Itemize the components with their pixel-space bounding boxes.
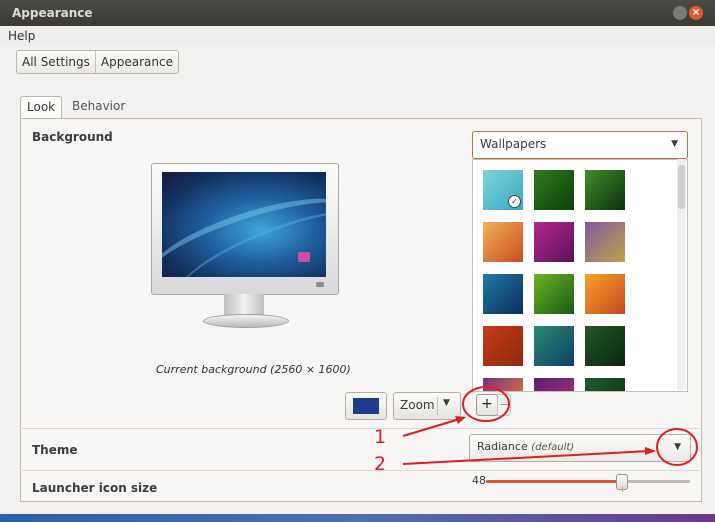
annotation-label-1: 1 xyxy=(374,426,387,448)
tab-behavior[interactable]: Behavior xyxy=(66,96,131,117)
minimize-button[interactable] xyxy=(673,6,687,20)
theme-selected: Radiance (default) xyxy=(477,440,574,453)
current-background-preview xyxy=(162,172,326,277)
background-label: Background xyxy=(32,130,113,144)
divider xyxy=(20,470,700,471)
desktop-strip xyxy=(0,514,715,522)
scrollbar-thumb[interactable] xyxy=(678,165,685,209)
background-color-button[interactable] xyxy=(345,392,387,420)
annotation-label-2: 2 xyxy=(374,453,387,475)
wallpaper-list: ✓ xyxy=(472,159,688,392)
window-title: Appearance xyxy=(12,6,93,20)
wallpaper-thumbnail[interactable] xyxy=(585,378,625,391)
remove-wallpaper-button[interactable]: − xyxy=(497,394,511,416)
wallpaper-thumbnail[interactable] xyxy=(585,222,625,262)
wallpaper-thumbnail[interactable] xyxy=(483,378,523,391)
wallpaper-thumbnail[interactable] xyxy=(483,326,523,366)
menu-help[interactable]: Help xyxy=(8,29,35,43)
slider-default-mark xyxy=(622,486,623,492)
wallpaper-thumbnail[interactable] xyxy=(534,170,574,210)
launcher-icon-size-label: Launcher icon size xyxy=(32,481,158,495)
selected-check-icon: ✓ xyxy=(508,195,521,208)
monitor-power-icon xyxy=(316,282,324,287)
menu-bar: Help xyxy=(0,26,715,46)
theme-select[interactable]: Radiance (default) ▼ xyxy=(469,434,691,462)
zoom-select[interactable]: Zoom ▼ xyxy=(393,392,461,420)
breadcrumb-all-settings[interactable]: All Settings xyxy=(17,51,95,73)
theme-label: Theme xyxy=(32,443,78,457)
chevron-down-icon: ▼ xyxy=(443,398,450,408)
monitor-stand xyxy=(224,294,264,316)
theme-default-hint: (default) xyxy=(531,442,575,453)
wallpaper-thumbnail[interactable] xyxy=(534,274,574,314)
theme-name: Radiance xyxy=(477,440,528,453)
zoom-label: Zoom xyxy=(400,398,435,412)
add-wallpaper-button[interactable]: + xyxy=(476,394,498,416)
wallpaper-thumbnail[interactable]: ✓ xyxy=(483,170,523,210)
background-caption: Current background (2560 × 1600) xyxy=(156,363,351,376)
wallpaper-thumbnail[interactable] xyxy=(483,222,523,262)
wallpaper-thumbnail[interactable] xyxy=(585,326,625,366)
wallpaper-source-select[interactable]: Wallpapers ▼ xyxy=(472,131,688,159)
window-controls: × xyxy=(673,6,707,20)
wallpaper-thumbnail[interactable] xyxy=(585,170,625,210)
wallpaper-thumbnail[interactable] xyxy=(534,326,574,366)
launcher-size-slider[interactable] xyxy=(486,480,690,483)
slider-fill xyxy=(486,480,621,483)
ubuntu-logo-icon xyxy=(298,252,310,262)
title-bar: Appearance × xyxy=(0,0,715,26)
color-swatch xyxy=(353,398,379,414)
wallpaper-thumbnail[interactable] xyxy=(534,222,574,262)
wallpaper-source-label: Wallpapers xyxy=(480,137,547,151)
breadcrumb: All Settings Appearance xyxy=(16,50,179,74)
launcher-size-value: 48 xyxy=(472,474,486,487)
wallpaper-scrollbar[interactable] xyxy=(677,159,686,390)
breadcrumb-appearance[interactable]: Appearance xyxy=(94,51,178,73)
monitor-base xyxy=(203,314,289,328)
wallpaper-thumbnail[interactable] xyxy=(534,378,574,391)
chevron-down-icon: ▼ xyxy=(671,139,678,149)
wallpaper-thumbnail[interactable] xyxy=(585,274,625,314)
divider xyxy=(20,428,700,429)
wallpaper-thumbnail[interactable] xyxy=(483,274,523,314)
monitor-preview xyxy=(151,163,339,295)
close-button[interactable]: × xyxy=(689,6,703,20)
close-icon: × xyxy=(691,7,701,18)
tab-look[interactable]: Look xyxy=(20,96,63,119)
chevron-down-icon: ▼ xyxy=(674,442,681,452)
